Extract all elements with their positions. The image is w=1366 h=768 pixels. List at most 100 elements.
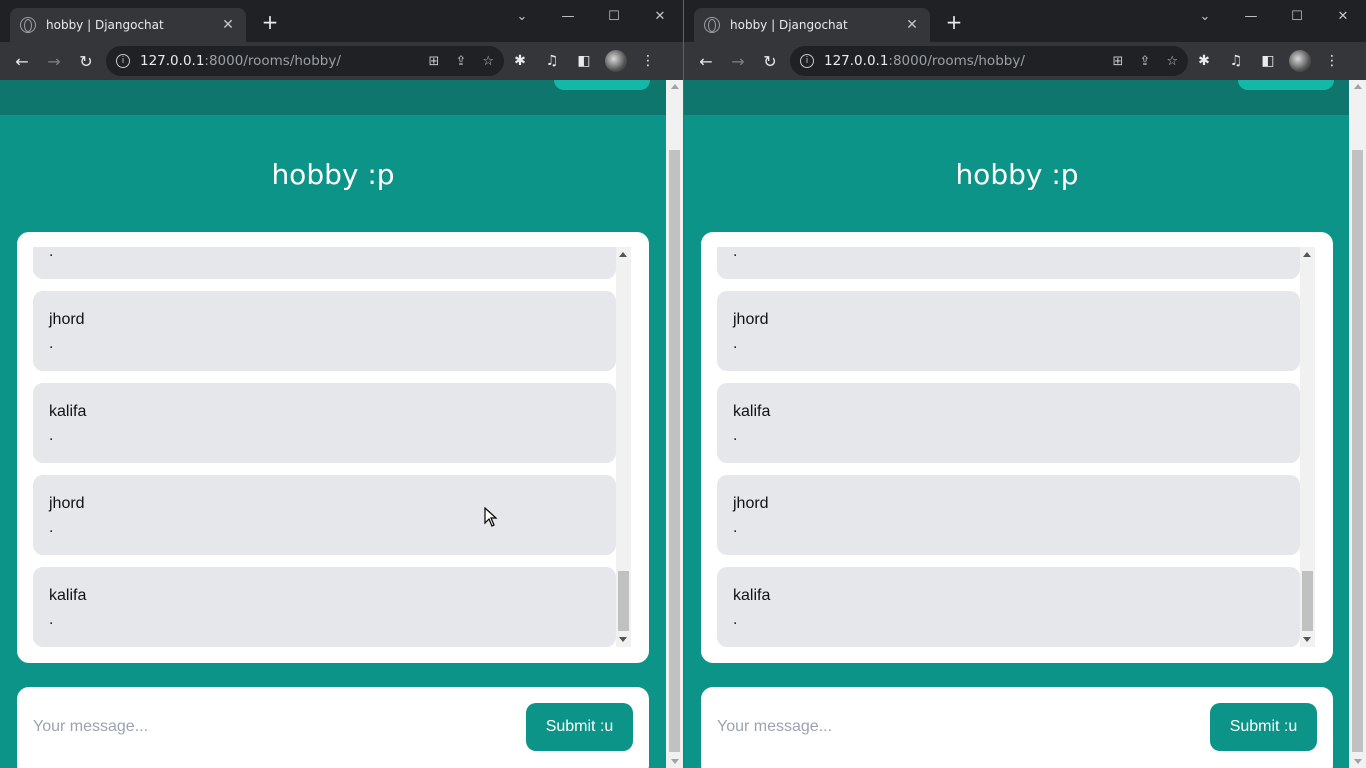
message-item: jhord . [33, 291, 616, 371]
page-scroll-down-icon[interactable] [671, 759, 679, 764]
page-scroll-thumb[interactable] [1352, 150, 1363, 752]
scroll-up-arrow-icon[interactable] [619, 252, 627, 257]
menu-icon[interactable]: ⋮ [1316, 53, 1348, 69]
message-username: jhord [733, 311, 769, 328]
scroll-down-arrow-icon[interactable] [619, 637, 627, 642]
translate-icon[interactable]: ⊞ [429, 54, 440, 69]
window-controls: ⌄ — ☐ ✕ [499, 0, 683, 32]
page-viewport: hobby :p . jhord . kalifa . jhord . kali… [684, 80, 1350, 768]
chat-messages-list[interactable]: . jhord . kalifa . jhord . kalifa . [717, 247, 1300, 647]
message-username: jhord [733, 495, 769, 512]
globe-icon [20, 17, 36, 33]
profile-avatar[interactable] [1289, 50, 1311, 72]
minimize-icon[interactable]: — [545, 9, 591, 24]
tab-strip: hobby | Djangochat ✕ + ⌄ — ☐ ✕ [684, 0, 1366, 42]
submit-button[interactable]: Submit :u [1210, 703, 1317, 751]
reload-icon[interactable]: ↻ [754, 45, 786, 77]
media-icon[interactable]: ♫ [1220, 53, 1252, 69]
forward-icon[interactable]: → [722, 45, 754, 77]
browser-window-right: hobby | Djangochat ✕ + ⌄ — ☐ ✕ ← → ↻ i 1… [683, 0, 1366, 768]
menu-icon[interactable]: ⋮ [632, 53, 664, 69]
tab-search-icon[interactable]: ⌄ [1182, 9, 1228, 24]
message-text: . [49, 519, 54, 536]
page-scroll-down-icon[interactable] [1354, 759, 1362, 764]
scroll-down-arrow-icon[interactable] [1303, 637, 1311, 642]
message-item: jhord . [717, 475, 1300, 555]
back-icon[interactable]: ← [690, 45, 722, 77]
bookmark-star-icon[interactable]: ☆ [482, 54, 494, 69]
side-panel-icon[interactable]: ◧ [1252, 53, 1284, 69]
site-navbar [684, 80, 1350, 115]
chat-messages-card: . jhord . kalifa . jhord . kalifa . [17, 232, 649, 663]
tab-search-icon[interactable]: ⌄ [499, 9, 545, 24]
chat-scrollbar[interactable] [1300, 247, 1315, 647]
side-panel-icon[interactable]: ◧ [568, 53, 600, 69]
site-info-icon[interactable]: i [800, 54, 814, 68]
browser-tab[interactable]: hobby | Djangochat ✕ [694, 8, 930, 42]
browser-tab[interactable]: hobby | Djangochat ✕ [10, 8, 246, 42]
close-window-icon[interactable]: ✕ [1320, 9, 1366, 24]
maximize-icon[interactable]: ☐ [591, 9, 637, 24]
submit-button[interactable]: Submit :u [526, 703, 633, 751]
url-host: 127.0.0.1 [824, 53, 889, 69]
page-viewport: hobby :p . jhord . kalifa . jhord . kali… [0, 80, 666, 768]
tab-close-icon[interactable]: ✕ [904, 17, 920, 33]
media-icon[interactable]: ♫ [536, 53, 568, 69]
page-scroll-up-icon[interactable] [671, 84, 679, 89]
tab-title: hobby | Djangochat [730, 18, 848, 32]
maximize-icon[interactable]: ☐ [1274, 9, 1320, 24]
message-item: . [717, 247, 1300, 279]
page-scrollbar[interactable] [666, 80, 683, 768]
tab-close-icon[interactable]: ✕ [220, 17, 236, 33]
room-title: hobby :p [271, 158, 395, 191]
close-window-icon[interactable]: ✕ [637, 9, 683, 24]
message-username: kalifa [49, 587, 87, 604]
profile-avatar[interactable] [605, 50, 627, 72]
nav-button[interactable] [554, 80, 650, 90]
url-path: :8000/rooms/hobby/ [888, 53, 1025, 69]
message-text: . [49, 335, 54, 352]
page-scrollbar[interactable] [1349, 80, 1366, 768]
message-username: kalifa [733, 403, 771, 420]
message-input[interactable] [33, 709, 513, 745]
message-form: Submit :u [701, 687, 1333, 768]
window-controls: ⌄ — ☐ ✕ [1182, 0, 1366, 32]
nav-button[interactable] [1238, 80, 1334, 90]
tab-title: hobby | Djangochat [46, 18, 164, 32]
forward-icon[interactable]: → [38, 45, 70, 77]
message-text: . [733, 427, 738, 444]
chat-scroll-thumb[interactable] [618, 571, 629, 631]
message-text: . [733, 519, 738, 536]
url-host: 127.0.0.1 [140, 53, 205, 69]
message-text: . [733, 335, 738, 352]
translate-icon[interactable]: ⊞ [1113, 54, 1124, 69]
new-tab-button[interactable]: + [942, 12, 966, 32]
message-item: kalifa . [33, 383, 616, 463]
page-scroll-thumb[interactable] [669, 150, 680, 752]
message-item: kalifa . [717, 383, 1300, 463]
address-bar[interactable]: i 127.0.0.1 :8000/rooms/hobby/ ⊞ ⇪ ☆ [790, 46, 1188, 76]
chat-scroll-thumb[interactable] [1302, 571, 1313, 631]
message-input[interactable] [717, 709, 1197, 745]
chat-messages-list[interactable]: . jhord . kalifa . jhord . kalifa . [33, 247, 616, 647]
scroll-up-arrow-icon[interactable] [1303, 252, 1311, 257]
message-username: kalifa [49, 403, 87, 420]
address-bar[interactable]: i 127.0.0.1 :8000/rooms/hobby/ ⊞ ⇪ ☆ [106, 46, 504, 76]
reload-icon[interactable]: ↻ [70, 45, 102, 77]
page-scroll-up-icon[interactable] [1354, 84, 1362, 89]
bookmark-star-icon[interactable]: ☆ [1166, 54, 1178, 69]
extensions-icon[interactable]: ✱ [504, 53, 536, 69]
site-info-icon[interactable]: i [116, 54, 130, 68]
extensions-icon[interactable]: ✱ [1188, 53, 1220, 69]
new-tab-button[interactable]: + [258, 12, 282, 32]
share-icon[interactable]: ⇪ [1139, 54, 1150, 69]
chat-scrollbar[interactable] [616, 247, 631, 647]
share-icon[interactable]: ⇪ [455, 54, 466, 69]
tab-strip: hobby | Djangochat ✕ + ⌄ — ☐ ✕ [0, 0, 683, 42]
globe-icon [704, 17, 720, 33]
browser-toolbar: ← → ↻ i 127.0.0.1 :8000/rooms/hobby/ ⊞ ⇪… [0, 42, 683, 80]
message-form: Submit :u [17, 687, 649, 768]
message-text: . [733, 247, 738, 260]
back-icon[interactable]: ← [6, 45, 38, 77]
minimize-icon[interactable]: — [1228, 9, 1274, 24]
